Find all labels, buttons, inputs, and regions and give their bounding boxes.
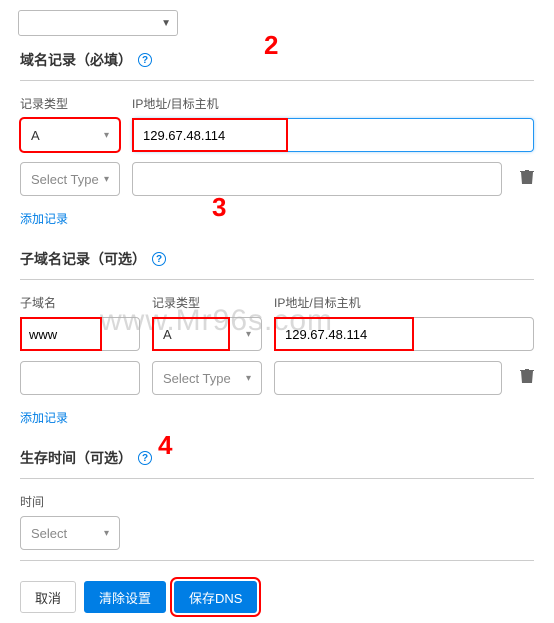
subdomain-labels-row: 子域名 记录类型 IP地址/目标主机 [20, 294, 534, 311]
record-type-placeholder: Select Type [31, 172, 99, 187]
subdomain-input-1[interactable] [20, 317, 140, 351]
chevron-down-icon: ▾ [104, 528, 109, 539]
subdomain-type-placeholder: Select Type [163, 371, 231, 386]
ttl-select[interactable]: Select ▾ [20, 516, 120, 550]
subdomain-type-value: A [163, 327, 172, 342]
add-domain-record-link[interactable]: 添加记录 [20, 210, 68, 227]
info-icon[interactable]: ? [138, 53, 152, 67]
domain-row-2: Select Type ▾ [20, 162, 534, 196]
label-time: 时间 [20, 493, 534, 510]
button-row: 取消 清除设置 保存DNS [20, 560, 534, 613]
subdomain-row-1: A ▾ [20, 317, 534, 351]
subdomain-type-wrapper: A ▾ [152, 317, 262, 351]
subdomain-ip-input-1[interactable] [274, 317, 534, 351]
label-ip-target: IP地址/目标主机 [132, 95, 534, 112]
domain-labels-row: 记录类型 IP地址/目标主机 [20, 95, 534, 112]
subdomain-row-2: Select Type ▾ [20, 361, 534, 395]
info-icon[interactable]: ? [138, 451, 152, 465]
record-type-value: A [31, 128, 40, 143]
ip-input-1[interactable] [132, 118, 534, 152]
chevron-down-icon: ▼ [161, 18, 171, 29]
subdomain-input-wrapper [20, 317, 140, 351]
clear-settings-button[interactable]: 清除设置 [84, 581, 166, 613]
section-subdomain-header: 子域名记录（可选） ? [20, 237, 534, 280]
top-dropdown[interactable]: ▼ [18, 10, 178, 36]
chevron-down-icon: ▾ [246, 329, 251, 340]
subdomain-ip-wrapper [274, 317, 534, 351]
subdomain-ip-input-2[interactable] [274, 361, 502, 395]
label-subdomain: 子域名 [20, 294, 140, 311]
chevron-down-icon: ▾ [104, 130, 109, 141]
trash-icon[interactable] [520, 169, 534, 190]
trash-icon[interactable] [520, 368, 534, 389]
label-record-type-2: 记录类型 [152, 294, 262, 311]
annotation-2: 2 [264, 30, 278, 61]
subdomain-type-select-2[interactable]: Select Type ▾ [152, 361, 262, 395]
domain-row-1: A ▾ [20, 118, 534, 152]
chevron-down-icon: ▾ [104, 174, 109, 185]
label-record-type: 记录类型 [20, 95, 120, 112]
label-ip-target-2: IP地址/目标主机 [274, 294, 534, 311]
cancel-button[interactable]: 取消 [20, 581, 76, 613]
section-ttl-title: 生存时间（可选） [20, 448, 132, 468]
section-ttl-header: 生存时间（可选） ? [20, 436, 534, 479]
subdomain-type-select-1[interactable]: A ▾ [152, 317, 262, 351]
subdomain-input-2[interactable] [20, 361, 140, 395]
info-icon[interactable]: ? [152, 252, 166, 266]
chevron-down-icon: ▾ [246, 373, 251, 384]
ttl-value: Select [31, 526, 67, 541]
section-domain-records-title: 域名记录（必填） [20, 50, 132, 70]
save-dns-button[interactable]: 保存DNS [174, 581, 257, 613]
record-type-select-1[interactable]: A ▾ [20, 118, 120, 152]
add-subdomain-record-link[interactable]: 添加记录 [20, 409, 68, 426]
section-subdomain-title: 子域名记录（可选） [20, 249, 146, 269]
ip-input-wrapper-1 [132, 118, 534, 152]
record-type-select-2[interactable]: Select Type ▾ [20, 162, 120, 196]
annotation-4: 4 [158, 430, 172, 461]
annotation-3: 3 [212, 192, 226, 223]
ip-input-2[interactable] [132, 162, 502, 196]
